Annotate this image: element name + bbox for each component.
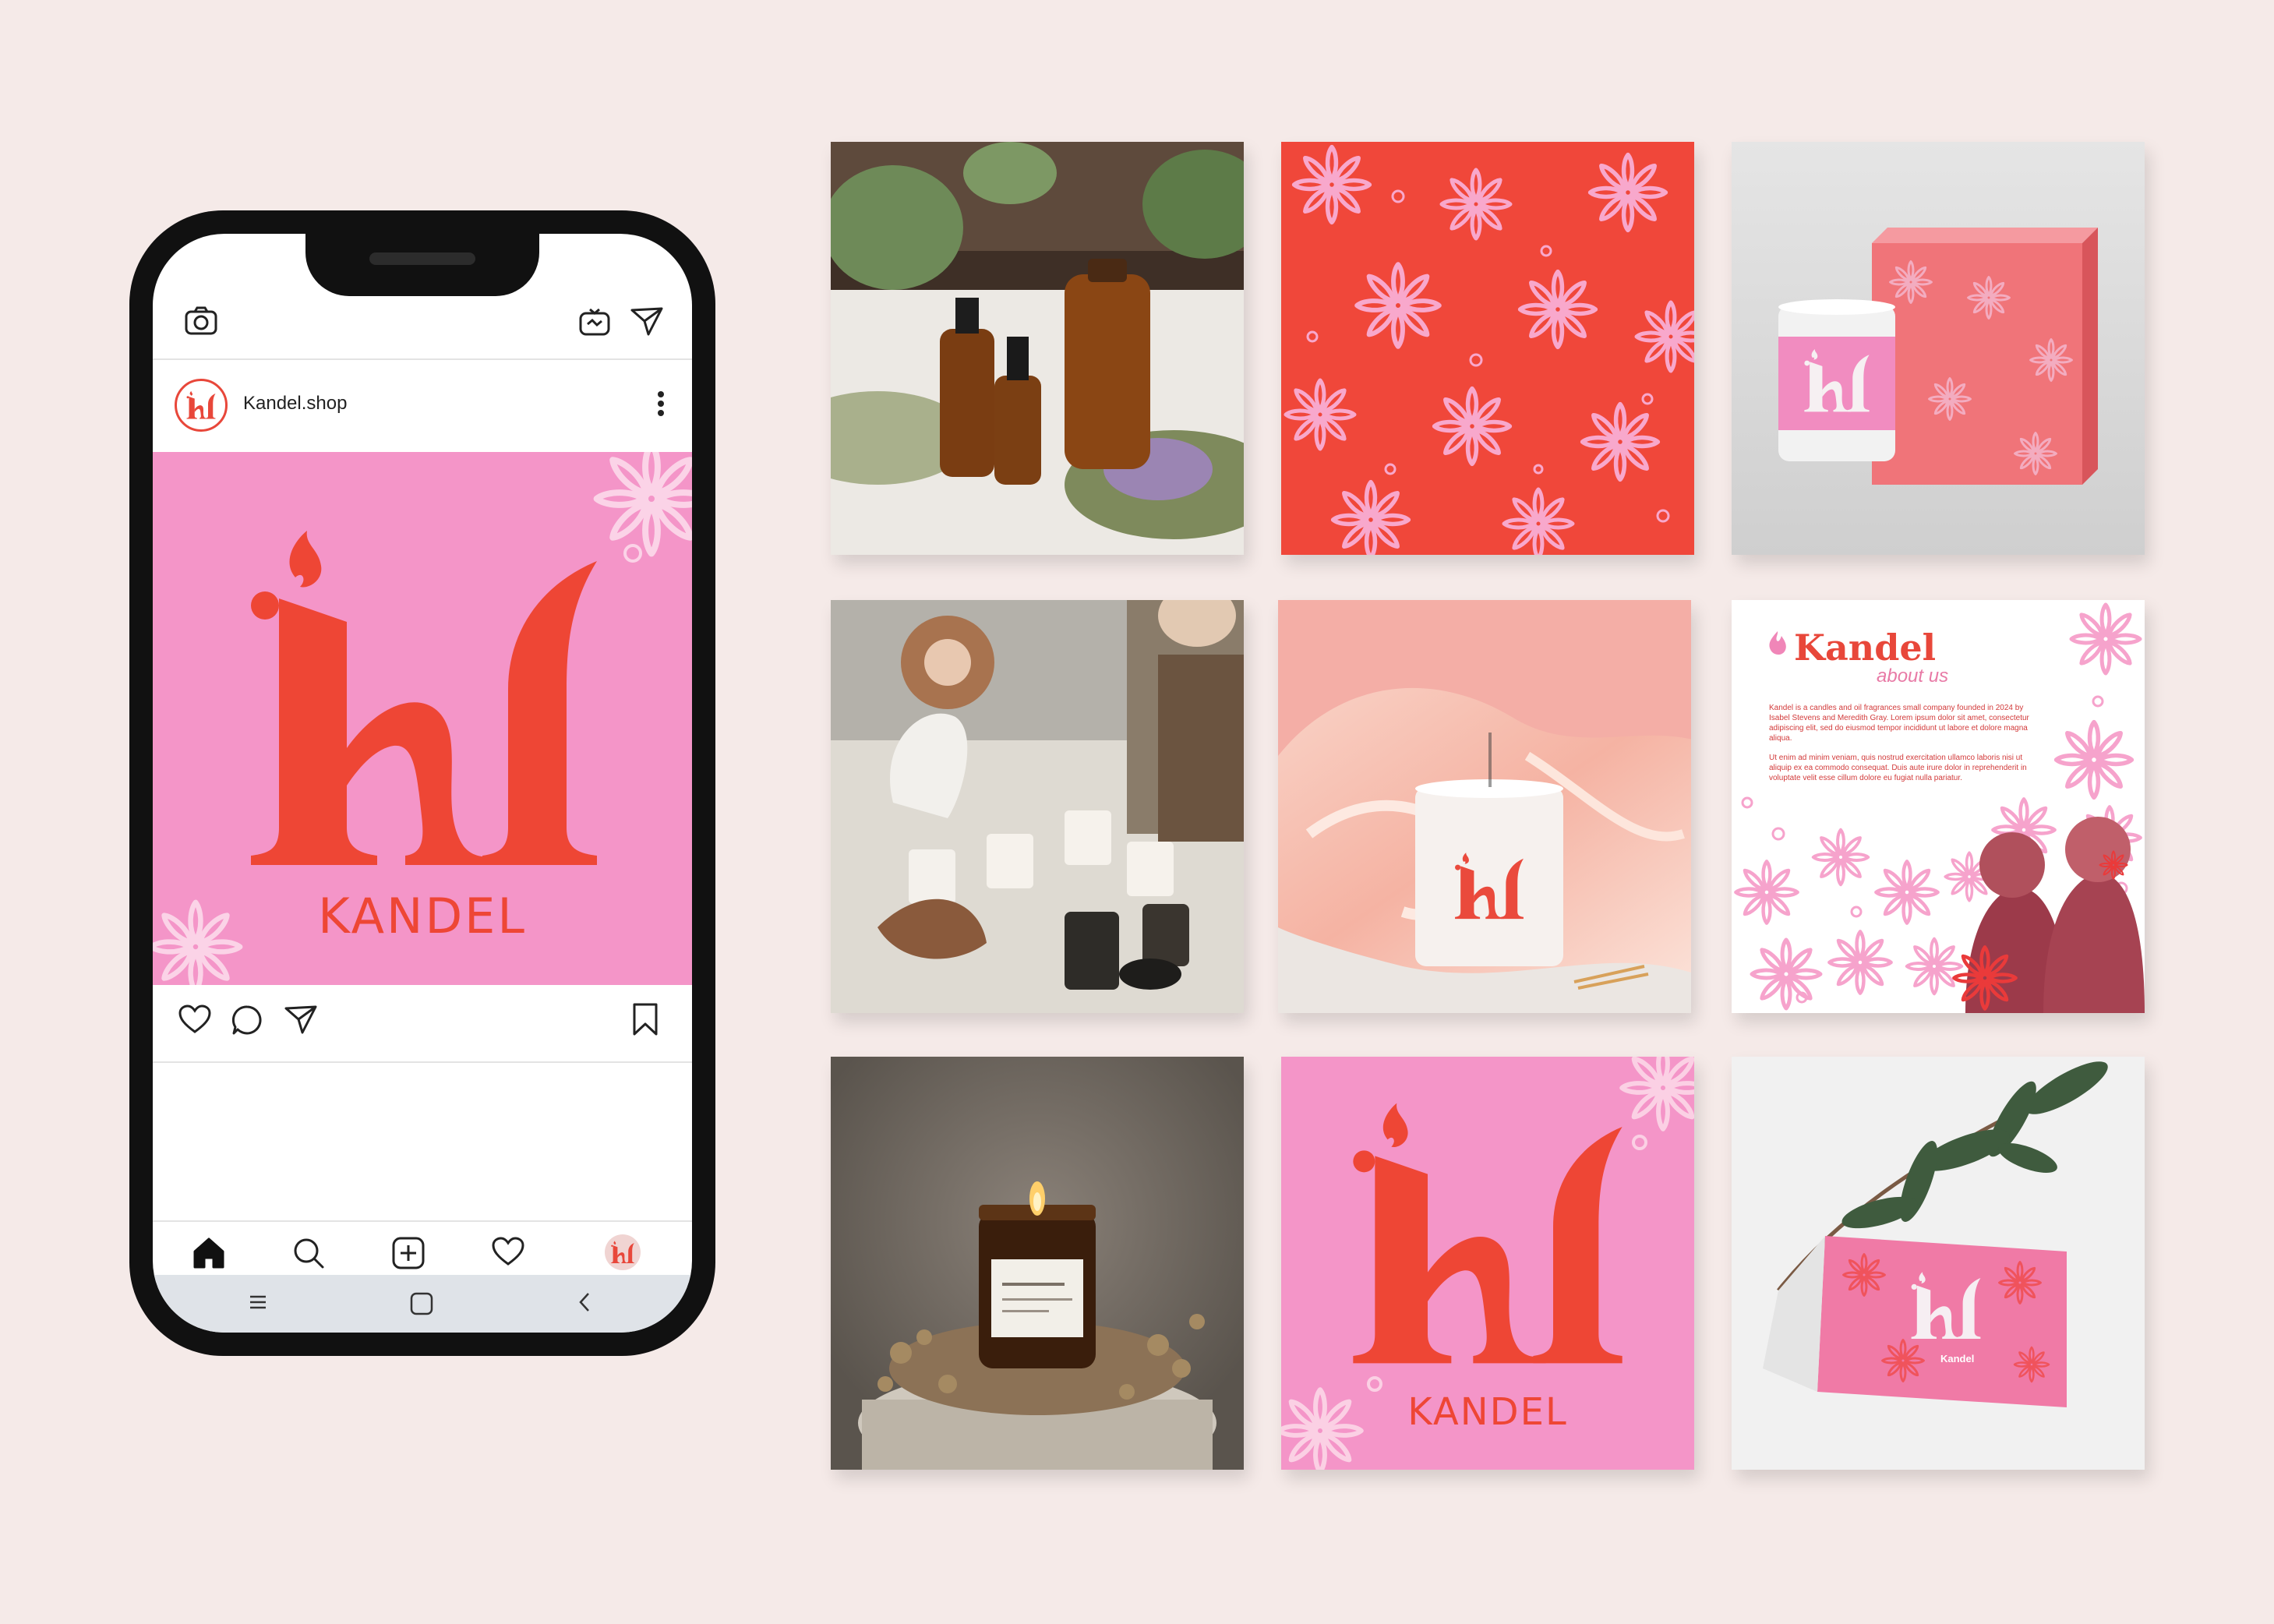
home-icon[interactable] [192, 1236, 226, 1269]
about-us-post[interactable]: Kandel about us Kandel is a candles and … [1732, 600, 2145, 1013]
heart-icon[interactable] [178, 1004, 212, 1035]
gift-card-mockup[interactable]: Kandel [1732, 1057, 2145, 1470]
lit-candle-photo[interactable] [831, 1057, 1244, 1470]
post-action-bar [153, 985, 692, 1061]
about-subtitle: about us [1877, 665, 1949, 687]
profile-avatar[interactable] [605, 1234, 641, 1270]
bookmark-icon[interactable] [631, 1002, 659, 1036]
paper-plane-icon[interactable] [284, 1004, 318, 1035]
floral-pattern[interactable] [1281, 142, 1694, 555]
paper-plane-icon[interactable] [630, 305, 664, 337]
camera-icon[interactable] [184, 305, 218, 337]
kl-logo-icon [237, 514, 611, 888]
more-options-icon[interactable] [656, 390, 666, 418]
add-post-icon[interactable] [391, 1236, 425, 1270]
post-header: Kandel.shop [153, 358, 692, 452]
candle-making-photo[interactable] [831, 600, 1244, 1013]
post-username[interactable]: Kandel.shop [243, 393, 347, 415]
logo-wordmark: KANDEL [1407, 1390, 1568, 1434]
instagram-top-bar [153, 296, 692, 358]
kl-logo-icon [1353, 1103, 1622, 1364]
candle-box-mockup[interactable] [1732, 142, 2145, 555]
essential-oils-photo[interactable] [831, 142, 1244, 555]
divider [153, 1061, 692, 1063]
avatar[interactable] [175, 379, 228, 432]
brand-wordmark: KANDEL [318, 888, 527, 944]
about-paragraph: Kandel is a candles and oil fragrances s… [1769, 704, 2029, 743]
post-image[interactable]: KANDEL [153, 452, 692, 985]
system-navigation-bar [153, 1275, 692, 1333]
heart-icon[interactable] [491, 1236, 525, 1267]
about-body: Kandel is a candles and oil fragrances s… [1769, 703, 2034, 793]
circle-icon [623, 544, 642, 563]
kl-logo-icon [186, 390, 216, 421]
phone-mockup: Kandel.shop KANDEL [129, 210, 715, 1356]
kl-logo-icon [611, 1240, 634, 1265]
phone-notch [305, 234, 539, 296]
back-chevron-icon[interactable] [574, 1290, 597, 1314]
phone-screen: Kandel.shop KANDEL [153, 234, 692, 1333]
igtv-icon[interactable] [578, 307, 611, 337]
candle-satin-photo[interactable] [1278, 600, 1691, 1013]
flame-icon [1769, 631, 1786, 655]
home-square-icon[interactable] [408, 1290, 435, 1317]
about-paragraph: Ut enim ad minim veniam, quis nostrud ex… [1769, 754, 2027, 782]
search-icon[interactable] [291, 1236, 326, 1270]
logo-post[interactable]: KANDEL [1281, 1057, 1694, 1470]
menu-icon[interactable] [246, 1290, 270, 1314]
comment-icon[interactable] [231, 1004, 263, 1036]
about-title: Kandel [1794, 627, 1937, 669]
card-brand-label: Kandel [1940, 1353, 1975, 1365]
